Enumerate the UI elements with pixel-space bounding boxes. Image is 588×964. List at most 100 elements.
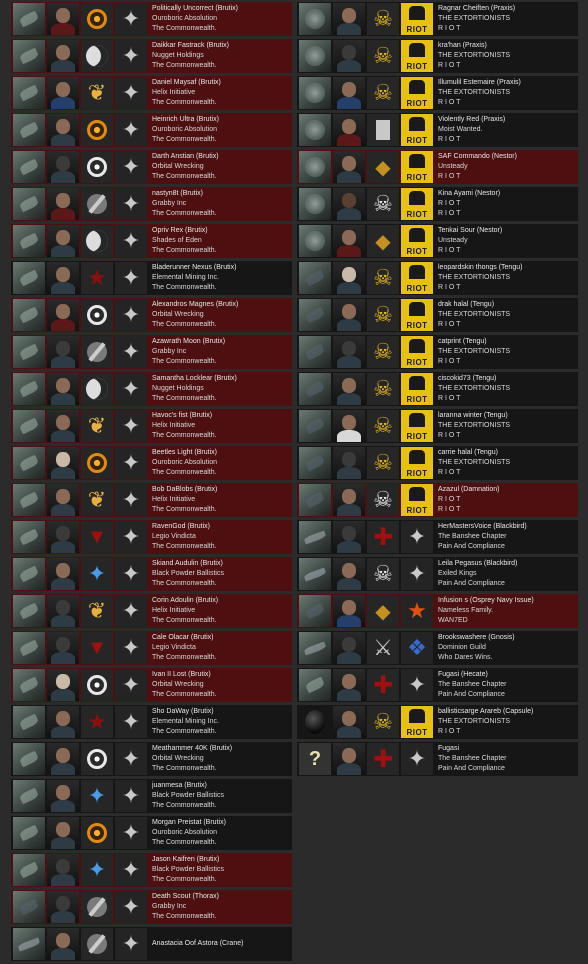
- corp-name-link[interactable]: Helix Initiative: [152, 421, 292, 431]
- pilot-row[interactable]: Politically Uncorrect (Brutix)Ouroboric …: [11, 2, 292, 36]
- alliance-name-link[interactable]: The Commonwealth.: [152, 431, 292, 441]
- pilot-name-link[interactable]: Ragnar Cheiften (Praxis): [438, 4, 578, 14]
- alliance-logo-icon[interactable]: [115, 373, 147, 405]
- pilot-row[interactable]: RIOT laranna winter (Tengu)THE EXTORTIONI…: [297, 409, 578, 443]
- pilot-portrait[interactable]: [47, 447, 79, 479]
- alliance-name-link[interactable]: The Commonwealth.: [152, 875, 292, 885]
- ship-icon[interactable]: [299, 595, 331, 627]
- ship-icon[interactable]: [299, 706, 331, 738]
- alliance-name-link[interactable]: R I O T: [438, 61, 578, 71]
- ship-icon[interactable]: [13, 188, 45, 220]
- pilot-portrait[interactable]: [333, 299, 365, 331]
- pilot-portrait[interactable]: [333, 484, 365, 516]
- pilot-name-link[interactable]: drak halal (Tengu): [438, 300, 578, 310]
- ship-icon[interactable]: [13, 373, 45, 405]
- pilot-portrait[interactable]: [47, 262, 79, 294]
- pilot-portrait[interactable]: [47, 817, 79, 849]
- corp-logo-icon[interactable]: [81, 410, 113, 442]
- corp-logo-icon[interactable]: [367, 151, 399, 183]
- pilot-portrait[interactable]: [47, 484, 79, 516]
- corp-name-link[interactable]: Legio Vindicta: [152, 532, 292, 542]
- alliance-name-link[interactable]: Who Dares Wins.: [438, 653, 578, 663]
- pilot-name-link[interactable]: Bob DaBlobs (Brutix): [152, 485, 292, 495]
- pilot-row[interactable]: Opriv Rex (Brutix)Shades of EdenThe Comm…: [11, 224, 292, 258]
- corp-logo-icon[interactable]: [367, 188, 399, 220]
- pilot-row[interactable]: Leila Pegasus (Blackbird)Exiled KingsPai…: [297, 557, 578, 591]
- pilot-row[interactable]: Brookswashere (Gnosis)Dominion GuildWho …: [297, 631, 578, 665]
- ship-icon[interactable]: [299, 558, 331, 590]
- corp-name-link[interactable]: Unsteady: [438, 236, 578, 246]
- corp-logo-icon[interactable]: [81, 262, 113, 294]
- pilot-name-link[interactable]: Anastacia Oof Astora (Crane): [152, 939, 292, 949]
- alliance-name-link[interactable]: The Commonwealth.: [152, 394, 292, 404]
- pilot-name-link[interactable]: Beetles Light (Brutix): [152, 448, 292, 458]
- alliance-name-link[interactable]: The Commonwealth.: [152, 246, 292, 256]
- pilot-row[interactable]: nastyn8t (Brutix)Grabby IncThe Commonwea…: [11, 187, 292, 221]
- corp-logo-icon[interactable]: [81, 521, 113, 553]
- pilot-name-link[interactable]: catprint (Tengu): [438, 337, 578, 347]
- corp-name-link[interactable]: THE EXTORTIONISTS: [438, 88, 578, 98]
- ship-icon[interactable]: [13, 114, 45, 146]
- alliance-name-link[interactable]: Pain And Compliance: [438, 764, 578, 774]
- alliance-name-link[interactable]: The Commonwealth.: [152, 61, 292, 71]
- corp-logo-icon[interactable]: [367, 410, 399, 442]
- corp-logo-icon[interactable]: [81, 225, 113, 257]
- alliance-logo-icon[interactable]: RIOT: [401, 262, 433, 294]
- alliance-name-link[interactable]: The Commonwealth.: [152, 764, 292, 774]
- ship-icon[interactable]: [13, 706, 45, 738]
- pilot-name-link[interactable]: ballisticsarge Arareb (Capsule): [438, 707, 578, 717]
- pilot-row[interactable]: Bladerunner Nexus (Brutix)Elemental Mini…: [11, 261, 292, 295]
- alliance-name-link[interactable]: The Commonwealth.: [152, 24, 292, 34]
- ship-icon[interactable]: [299, 447, 331, 479]
- ship-icon[interactable]: [299, 484, 331, 516]
- corp-logo-icon[interactable]: [81, 336, 113, 368]
- alliance-logo-icon[interactable]: [115, 632, 147, 664]
- pilot-row[interactable]: Beetles Light (Brutix)Ouroboric Absoluti…: [11, 446, 292, 480]
- pilot-row[interactable]: RIOT carrie halal (Tengu)THE EXTORTIONIST…: [297, 446, 578, 480]
- pilot-row[interactable]: Anastacia Oof Astora (Crane): [11, 927, 292, 961]
- alliance-logo-icon[interactable]: [115, 3, 147, 35]
- pilot-name-link[interactable]: carrie halal (Tengu): [438, 448, 578, 458]
- corp-name-link[interactable]: Ouroboric Absolution: [152, 828, 292, 838]
- corp-logo-icon[interactable]: [81, 928, 113, 960]
- pilot-row[interactable]: RIOT ciscokid73 (Tengu)THE EXTORTIONISTSR…: [297, 372, 578, 406]
- pilot-name-link[interactable]: Darth Anstian (Brutix): [152, 152, 292, 162]
- ship-icon[interactable]: [13, 743, 45, 775]
- pilot-row[interactable]: RIOT catprint (Tengu)THE EXTORTIONISTSR I…: [297, 335, 578, 369]
- corp-logo-icon[interactable]: [367, 77, 399, 109]
- pilot-portrait[interactable]: [333, 151, 365, 183]
- pilot-name-link[interactable]: Fugasi (Hecate): [438, 670, 578, 680]
- corp-name-link[interactable]: Grabby Inc: [152, 199, 292, 209]
- pilot-name-link[interactable]: Politically Uncorrect (Brutix): [152, 4, 292, 14]
- pilot-row[interactable]: Sho DaWay (Brutix)Elemental Mining Inc.T…: [11, 705, 292, 739]
- corp-name-link[interactable]: Moist Wanted.: [438, 125, 578, 135]
- corp-logo-icon[interactable]: [367, 632, 399, 664]
- pilot-name-link[interactable]: Fugasi: [438, 744, 578, 754]
- pilot-row[interactable]: RIOT Tenkai Sour (Nestor)UnsteadyR I O T: [297, 224, 578, 258]
- alliance-logo-icon[interactable]: [115, 928, 147, 960]
- pilot-name-link[interactable]: Havoc's fist (Brutix): [152, 411, 292, 421]
- pilot-name-link[interactable]: Daniel Maysaf (Brutix): [152, 78, 292, 88]
- corp-name-link[interactable]: Grabby Inc: [152, 902, 292, 912]
- alliance-name-link[interactable]: The Commonwealth.: [152, 172, 292, 182]
- corp-name-link[interactable]: Exiled Kings: [438, 569, 578, 579]
- pilot-row[interactable]: Fugasi (Hecate)The Banshee ChapterPain A…: [297, 668, 578, 702]
- pilot-name-link[interactable]: Illumulil Estemaire (Praxis): [438, 78, 578, 88]
- corp-logo-icon[interactable]: [81, 77, 113, 109]
- alliance-logo-icon[interactable]: RIOT: [401, 410, 433, 442]
- pilot-portrait[interactable]: [47, 558, 79, 590]
- pilot-portrait[interactable]: [47, 521, 79, 553]
- ship-icon[interactable]: [13, 854, 45, 886]
- pilot-portrait[interactable]: [47, 595, 79, 627]
- pilot-name-link[interactable]: Tenkai Sour (Nestor): [438, 226, 578, 236]
- corp-name-link[interactable]: Ouroboric Absolution: [152, 458, 292, 468]
- corp-logo-icon[interactable]: [81, 484, 113, 516]
- pilot-name-link[interactable]: Azazul (Damnation): [438, 485, 578, 495]
- alliance-name-link[interactable]: R I O T: [438, 505, 578, 515]
- alliance-logo-icon[interactable]: [115, 558, 147, 590]
- alliance-logo-icon[interactable]: [115, 743, 147, 775]
- ship-icon[interactable]: [13, 410, 45, 442]
- alliance-name-link[interactable]: R I O T: [438, 98, 578, 108]
- alliance-name-link[interactable]: R I O T: [438, 394, 578, 404]
- pilot-row[interactable]: RIOTAzazul (Damnation)R I O TR I O T: [297, 483, 578, 517]
